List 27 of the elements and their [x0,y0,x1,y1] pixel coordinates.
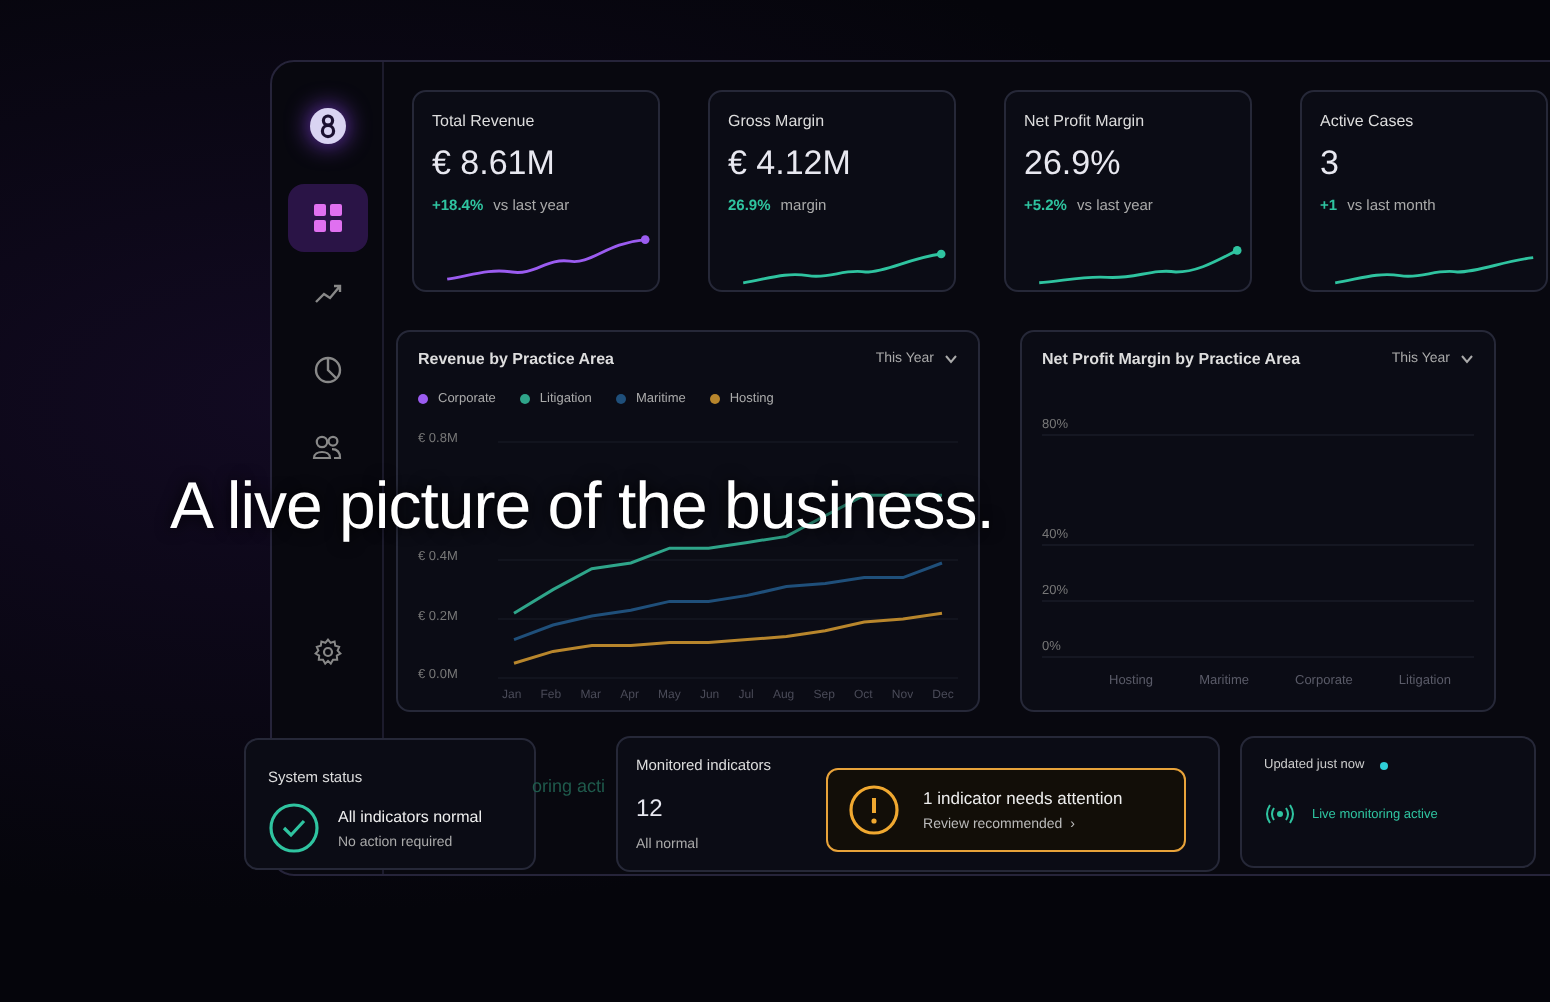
trend-icon [313,284,341,304]
kpi-value: 26.9% [1024,144,1123,184]
kpi-title: Total Revenue [432,112,537,130]
status-dot [1380,761,1389,769]
settings-icon [313,638,341,666]
broadcast-icon [1264,804,1296,824]
kpi-title: Active Cases [1320,112,1416,130]
indicator-count: 12 [636,794,665,822]
chevron-icon [944,354,958,364]
faded-text: oring acti [532,776,608,796]
kpi-title: Net Profit Margin [1024,112,1147,130]
kpi-title: Gross Margin [728,112,827,130]
pie-chart-icon [313,356,341,384]
users-icon [312,433,342,459]
kpi-value: € 8.61M [432,144,557,184]
chart-title: Revenue by Practice Area [418,350,614,368]
kpi-value: € 4.12M [728,144,853,184]
status-message: All indicators normal [338,807,483,825]
warning-icon [847,784,900,836]
logo-icon [309,108,345,144]
kpi-value: 3 [1320,144,1341,184]
check-icon [268,802,320,854]
chart-title: Net Profit Margin by Practice Area [1042,350,1301,368]
nav-item[interactable] [287,184,367,252]
grid-icon [313,204,341,232]
chevron-icon [1460,354,1474,364]
alert-title: 1 indicator needs attention [923,788,1123,808]
